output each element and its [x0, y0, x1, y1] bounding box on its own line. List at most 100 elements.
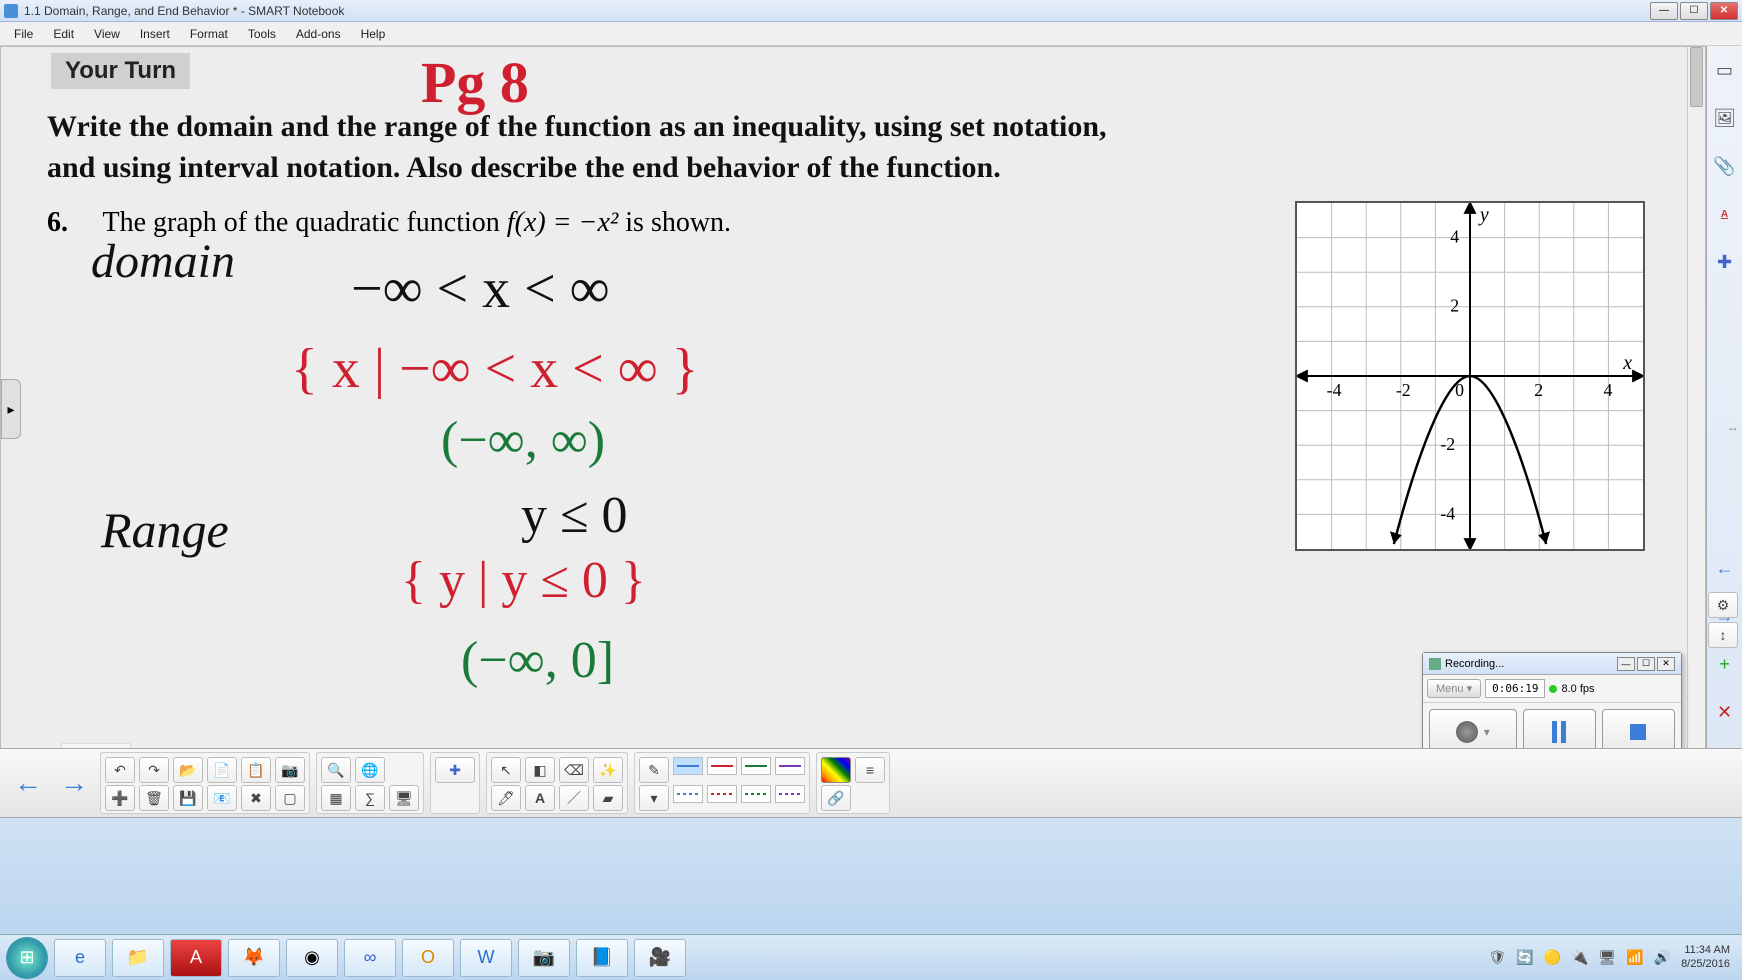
prompt-line1: Write the domain and the range of the fu…: [47, 110, 1107, 143]
menu-help[interactable]: Help: [351, 24, 396, 44]
recording-titlebar[interactable]: Recording... — ☐ ✕: [1423, 653, 1681, 675]
line-style-button[interactable]: ≡: [855, 757, 885, 783]
web-button[interactable]: 🌐: [355, 757, 385, 783]
maximize-button[interactable]: ☐: [1680, 2, 1708, 20]
menu-file[interactable]: File: [4, 24, 43, 44]
text-tool-button[interactable]: A: [525, 785, 555, 811]
table-button[interactable]: ▦: [321, 785, 351, 811]
taskbar-ie[interactable]: e: [54, 939, 106, 977]
tray-volume-icon[interactable]: 🔊: [1654, 949, 1671, 966]
settings-gear-icon[interactable]: ⚙: [1708, 592, 1738, 618]
magic-button[interactable]: ✨: [593, 757, 623, 783]
prev-page-button[interactable]: ←: [8, 767, 48, 799]
zoom-button[interactable]: 🔍: [321, 757, 351, 783]
nav-back-icon[interactable]: ←: [1713, 556, 1737, 580]
taskbar-smartink[interactable]: ∞: [344, 939, 396, 977]
taskbar-outlook[interactable]: O: [402, 939, 454, 977]
rec-minimize-button[interactable]: —: [1617, 657, 1635, 671]
pen-purple-thin[interactable]: [775, 757, 805, 775]
pen-blue-dash[interactable]: [673, 785, 703, 803]
next-page-button[interactable]: →: [54, 767, 94, 799]
question-suffix: is shown.: [625, 207, 731, 238]
pen-green-dash[interactable]: [741, 785, 771, 803]
menu-insert[interactable]: Insert: [130, 24, 180, 44]
menu-tools[interactable]: Tools: [238, 24, 286, 44]
pen-blue-thin[interactable]: [673, 757, 703, 775]
addon-button[interactable]: ✚: [435, 757, 475, 783]
menu-addons[interactable]: Add-ons: [286, 24, 351, 44]
save-button[interactable]: 💾: [173, 785, 203, 811]
capture-button[interactable]: 📷: [275, 757, 305, 783]
recording-panel[interactable]: Recording... — ☐ ✕ Menu ▾ 0:06:19 8.0 fp…: [1422, 652, 1682, 762]
vertical-scrollbar[interactable]: [1687, 47, 1705, 771]
taskbar-camera[interactable]: 📷: [518, 939, 570, 977]
new-page-button[interactable]: 📄: [207, 757, 237, 783]
recording-title: Recording...: [1445, 658, 1504, 670]
add-blank-button[interactable]: ➕: [105, 785, 135, 811]
delete-page-icon[interactable]: ✕: [1713, 700, 1737, 724]
tray-network-icon[interactable]: 📶: [1626, 949, 1643, 966]
taskbar-chrome[interactable]: ◉: [286, 939, 338, 977]
tray-update-icon[interactable]: 🟡: [1544, 949, 1561, 966]
gallery-icon[interactable]: 🖼: [1713, 106, 1737, 130]
strip-resize-icon[interactable]: ↔: [1726, 409, 1740, 445]
redo-button[interactable]: ↷: [139, 757, 169, 783]
page-sorter-icon[interactable]: ▭: [1713, 58, 1737, 82]
highlighter-button[interactable]: ▰: [593, 785, 623, 811]
menu-view[interactable]: View: [84, 24, 130, 44]
taskbar-word[interactable]: W: [460, 939, 512, 977]
pen-green-thin[interactable]: [741, 757, 771, 775]
present-button[interactable]: 🖥: [389, 785, 419, 811]
xtick-2: 2: [1534, 380, 1543, 400]
ink-range-ineq: y ≤ 0: [521, 487, 628, 544]
attachments-icon[interactable]: 📎: [1713, 154, 1737, 178]
math-button[interactable]: ∑: [355, 785, 385, 811]
taskbar-recorder[interactable]: 🎥: [634, 939, 686, 977]
section-header: Your Turn: [51, 53, 190, 89]
eraser-button[interactable]: ⌫: [559, 757, 589, 783]
add-page-icon[interactable]: +: [1713, 652, 1737, 676]
menu-edit[interactable]: Edit: [43, 24, 84, 44]
delete-button[interactable]: 🗑: [139, 785, 169, 811]
close-button[interactable]: ✕: [1710, 2, 1738, 20]
rec-menu-dropdown[interactable]: Menu ▾: [1427, 679, 1481, 698]
move-toolbar-button[interactable]: ↕: [1708, 622, 1738, 648]
tray-shield-icon[interactable]: 🛡: [1488, 949, 1506, 966]
rec-maximize-button[interactable]: ☐: [1637, 657, 1655, 671]
side-panel-handle[interactable]: ▸: [1, 379, 21, 439]
function-graph: -4 -2 0 2 4 4 2 -2 -4 x y: [1295, 201, 1645, 551]
minimize-button[interactable]: —: [1650, 2, 1678, 20]
pens-menu-button[interactable]: 🖊: [491, 785, 521, 811]
rec-close-button[interactable]: ✕: [1657, 657, 1675, 671]
undo-button[interactable]: ↶: [105, 757, 135, 783]
pen-purple-dash[interactable]: [775, 785, 805, 803]
color-picker-button[interactable]: [821, 757, 851, 783]
shade-button[interactable]: ▢: [275, 785, 305, 811]
pen-red-thin[interactable]: [707, 757, 737, 775]
send-button[interactable]: 📧: [207, 785, 237, 811]
question-prefix: The graph of the quadratic function: [103, 207, 507, 238]
link-button[interactable]: 🔗: [821, 785, 851, 811]
pen-active-button[interactable]: ✎: [639, 757, 669, 783]
system-clock[interactable]: 11:34 AM 8/25/2016: [1681, 944, 1730, 970]
shape-select-button[interactable]: ◧: [525, 757, 555, 783]
tray-sync-icon[interactable]: 🔄: [1516, 949, 1533, 966]
menu-format[interactable]: Format: [180, 24, 238, 44]
open-button[interactable]: 📂: [173, 757, 203, 783]
taskbar-notebook[interactable]: 📘: [576, 939, 628, 977]
pen-options-button[interactable]: ▾: [639, 785, 669, 811]
taskbar-adobe[interactable]: A: [170, 939, 222, 977]
start-button[interactable]: ⊞: [6, 937, 48, 979]
scrollbar-thumb[interactable]: [1690, 47, 1703, 107]
tray-usb-icon[interactable]: 🔌: [1571, 949, 1588, 966]
pointer-button[interactable]: ↖: [491, 757, 521, 783]
line-tool-button[interactable]: ／: [559, 785, 589, 811]
addons-icon[interactable]: ✚: [1713, 250, 1737, 274]
pen-red-dash[interactable]: [707, 785, 737, 803]
tray-display-icon[interactable]: 🖥: [1598, 949, 1616, 966]
properties-icon[interactable]: A: [1713, 202, 1737, 226]
taskbar-firefox[interactable]: 🦊: [228, 939, 280, 977]
paste-button[interactable]: 📋: [241, 757, 271, 783]
taskbar-explorer[interactable]: 📁: [112, 939, 164, 977]
clear-button[interactable]: ✖: [241, 785, 271, 811]
